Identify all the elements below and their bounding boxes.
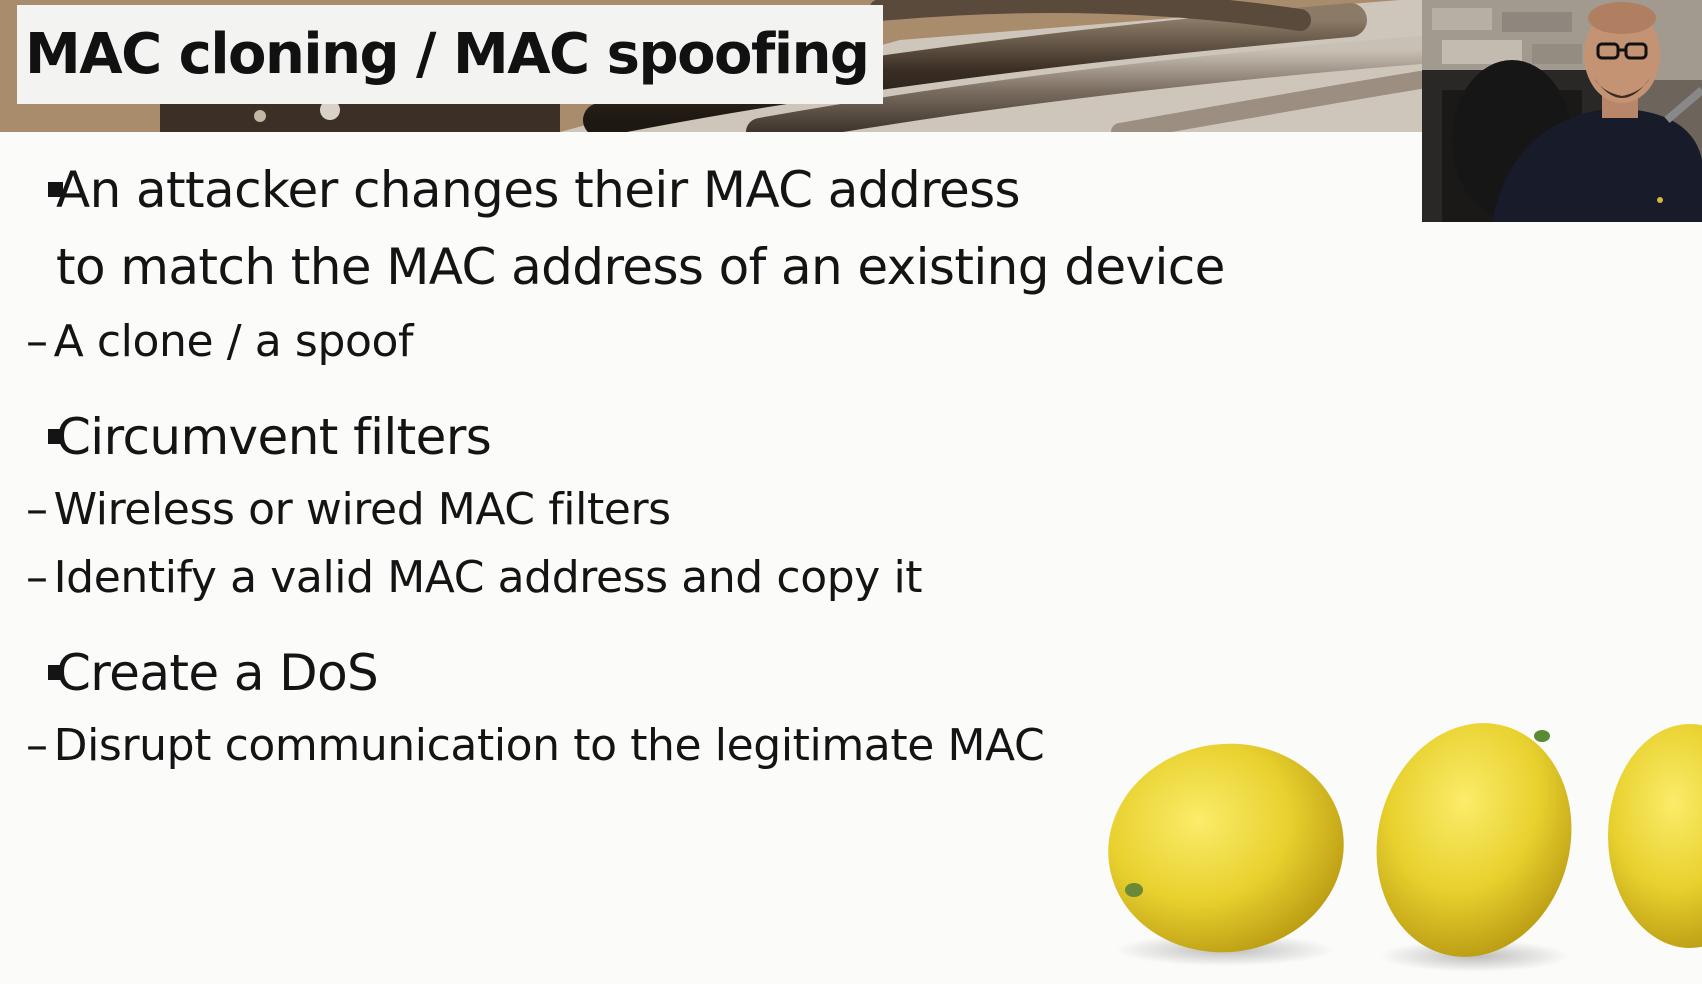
sub-bullet-text: A clone / a spoof <box>53 316 414 367</box>
sub-bullet-filters: – Wireless or wired MAC filters <box>26 484 671 535</box>
sub-bullet-clone: – A clone / a spoof <box>26 316 414 367</box>
dash-icon: – <box>26 552 48 603</box>
lemon-3 <box>1608 724 1702 948</box>
sub-bullet-text: Disrupt communication to the legitimate … <box>53 720 1045 771</box>
sub-bullet-identify: – Identify a valid MAC address and copy i… <box>26 552 923 603</box>
lemons-image <box>1108 723 1702 972</box>
dash-icon: – <box>26 484 48 535</box>
lemon-1 <box>1108 743 1344 953</box>
title-box: MAC cloning / MAC spoofing <box>17 5 883 104</box>
page-title: MAC cloning / MAC spoofing <box>25 22 870 87</box>
sub-bullet-text: Identify a valid MAC address and copy it <box>53 552 923 603</box>
presenter-video <box>1422 0 1702 222</box>
sub-bullet-disrupt: – Disrupt communication to the legitimate… <box>26 720 1045 771</box>
sub-bullet-text: Wireless or wired MAC filters <box>53 484 671 535</box>
slide: MAC cloning / MAC spoofing An attacker c… <box>0 0 1702 984</box>
bullet-text-line2: to match the MAC address of an existing … <box>56 238 1225 296</box>
lemon-2 <box>1376 723 1572 957</box>
bullet-text: Circumvent filters <box>56 408 492 466</box>
dash-icon: – <box>26 720 48 771</box>
dash-icon: – <box>26 316 48 367</box>
bullet-text: Create a DoS <box>56 644 379 702</box>
bullet-text-line1: An attacker changes their MAC address <box>56 161 1021 219</box>
presenter-webcam <box>1422 0 1702 222</box>
